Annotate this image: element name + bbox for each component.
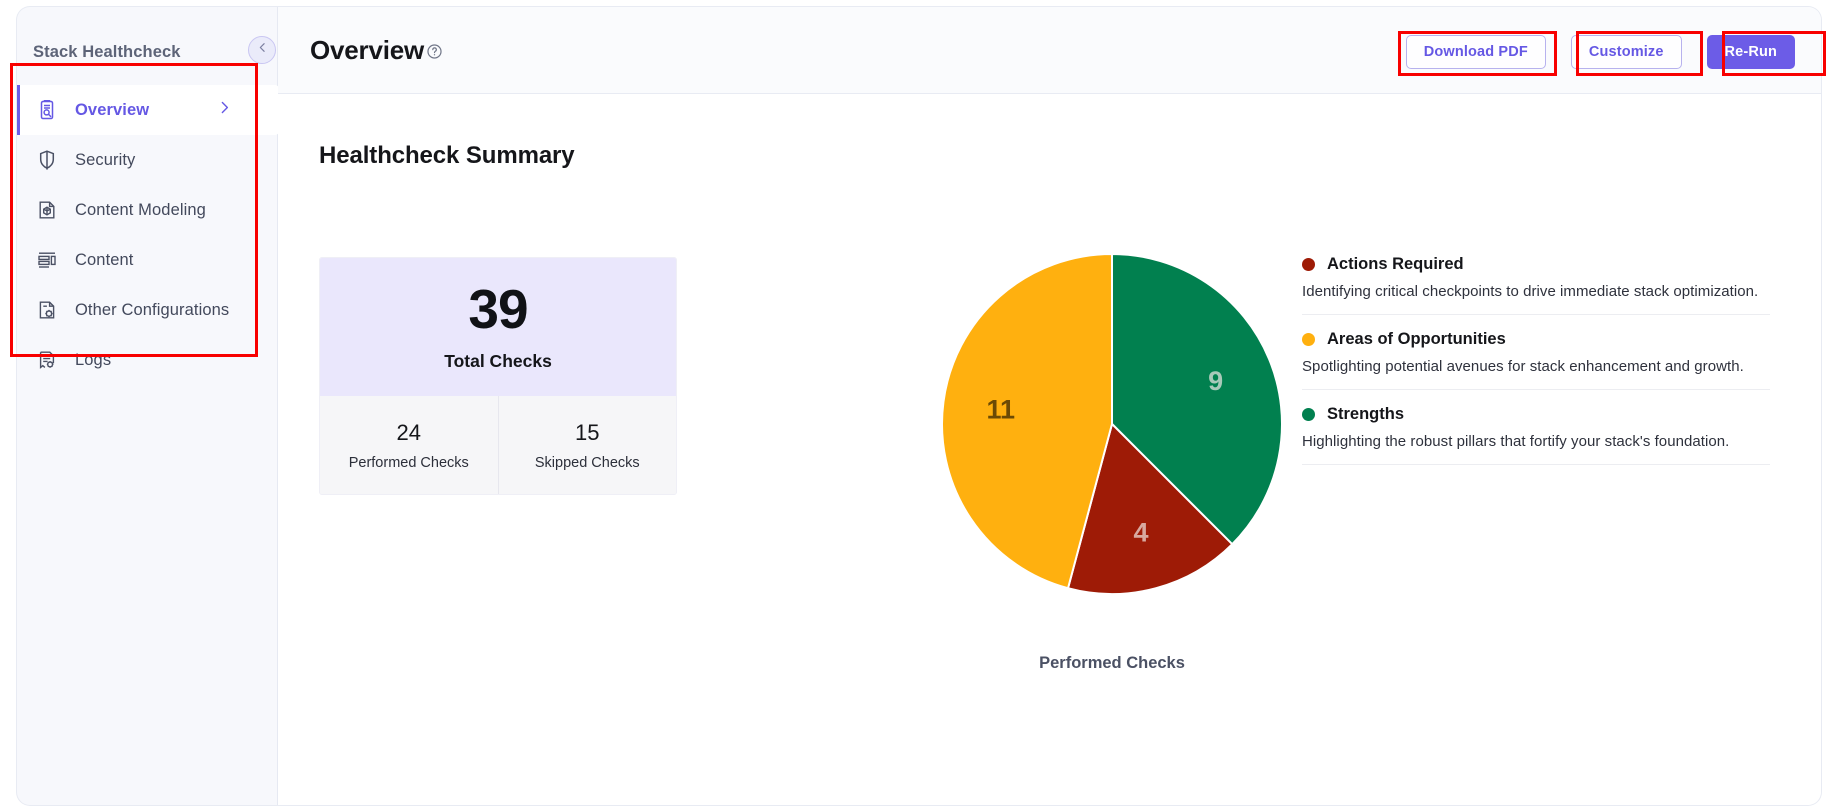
total-checks-label: Total Checks — [444, 351, 552, 371]
legend-item-strengths: Strengths Highlighting the robust pillar… — [1302, 405, 1770, 465]
sidebar-item-logs[interactable]: Logs — [17, 335, 279, 385]
chevron-right-icon — [216, 99, 233, 121]
sidebar-collapse-button[interactable] — [248, 36, 276, 64]
performed-checks-value: 24 — [396, 419, 421, 445]
sidebar-item-other-configurations[interactable]: Other Configurations — [17, 285, 279, 335]
sidebar-item-security[interactable]: Security — [17, 135, 279, 185]
app-window: Stack Healthcheck Overview Security Cont… — [0, 0, 1838, 811]
legend-color-dot — [1302, 333, 1315, 346]
legend-item-description: Spotlighting potential avenues for stack… — [1302, 358, 1744, 375]
section-title: Healthcheck Summary — [319, 142, 575, 169]
re-run-button[interactable]: Re-Run — [1706, 35, 1795, 69]
performed-checks-label: Performed Checks — [348, 454, 469, 471]
legend-item-description: Highlighting the robust pillars that for… — [1302, 433, 1730, 450]
pie-slice-label: 11 — [986, 394, 1015, 424]
pie-svg[interactable]: 9 4 11 — [912, 224, 1312, 624]
total-checks-value: 39 — [468, 278, 528, 340]
sidebar-item-label: Content Modeling — [75, 200, 206, 219]
chart-legend: Actions Required Identifying critical ch… — [1302, 255, 1770, 465]
cube-document-icon — [33, 196, 61, 224]
content-area: Healthcheck Summary 39 Total Checks 24 P… — [278, 94, 1821, 805]
sidebar: Stack Healthcheck Overview Security Cont… — [16, 6, 279, 806]
legend-color-dot — [1302, 258, 1315, 271]
checks-breakdown: 24 Performed Checks 15 Skipped Checks — [320, 396, 676, 494]
download-pdf-button[interactable]: Download PDF — [1405, 35, 1546, 69]
skipped-checks-cell: 15 Skipped Checks — [497, 396, 677, 494]
clipboard-search-icon — [33, 96, 61, 124]
pie-slice-label: 9 — [1208, 366, 1223, 396]
top-bar: Overview Download PDF Customize Re-Run — [278, 7, 1821, 94]
skipped-checks-label: Skipped Checks — [534, 454, 640, 471]
sidebar-item-label: Other Configurations — [75, 300, 230, 319]
question-circle-icon[interactable] — [426, 43, 443, 65]
chevron-left-icon — [256, 41, 269, 59]
page-title: Overview — [310, 35, 425, 65]
document-gear-icon — [33, 296, 61, 324]
total-checks-card: 39 Total Checks 24 Performed Checks 15 S… — [319, 257, 677, 495]
performed-checks-cell: 24 Performed Checks — [320, 396, 498, 494]
sidebar-item-label: Logs — [75, 350, 112, 369]
legend-item-title: Strengths — [1327, 405, 1405, 423]
list-layout-icon — [33, 246, 61, 274]
sidebar-item-content[interactable]: Content — [17, 235, 279, 285]
shield-icon — [33, 146, 61, 174]
legend-color-dot — [1302, 408, 1315, 421]
sidebar-item-label: Security — [75, 150, 136, 169]
pie-chart-caption: Performed Checks — [1039, 654, 1185, 672]
performed-checks-pie-chart: 9 4 11 Performed Checks — [912, 224, 1312, 673]
legend-item-title: Actions Required — [1327, 255, 1464, 273]
legend-item-title: Areas of Opportunities — [1327, 330, 1506, 348]
total-checks-header: 39 Total Checks — [320, 258, 676, 396]
skipped-checks-value: 15 — [575, 419, 600, 445]
sidebar-nav: Overview Security Content Modeling Conte… — [17, 85, 279, 385]
main-panel: Overview Download PDF Customize Re-Run H… — [278, 6, 1822, 806]
legend-item-actions-required: Actions Required Identifying critical ch… — [1302, 255, 1770, 315]
sidebar-title: Stack Healthcheck — [33, 43, 181, 61]
header-actions: Download PDF Customize Re-Run — [1405, 35, 1795, 69]
legend-item-areas-of-opportunities: Areas of Opportunities Spotlighting pote… — [1302, 330, 1770, 390]
customize-button[interactable]: Customize — [1570, 35, 1682, 69]
pie-slice-label: 4 — [1134, 517, 1149, 547]
sidebar-item-label: Content — [75, 250, 134, 269]
sidebar-item-overview[interactable]: Overview — [17, 85, 279, 135]
sidebar-item-content-modeling[interactable]: Content Modeling — [17, 185, 279, 235]
legend-item-description: Identifying critical checkpoints to driv… — [1302, 283, 1759, 300]
sidebar-item-label: Overview — [75, 100, 150, 119]
log-gear-icon — [33, 346, 61, 374]
